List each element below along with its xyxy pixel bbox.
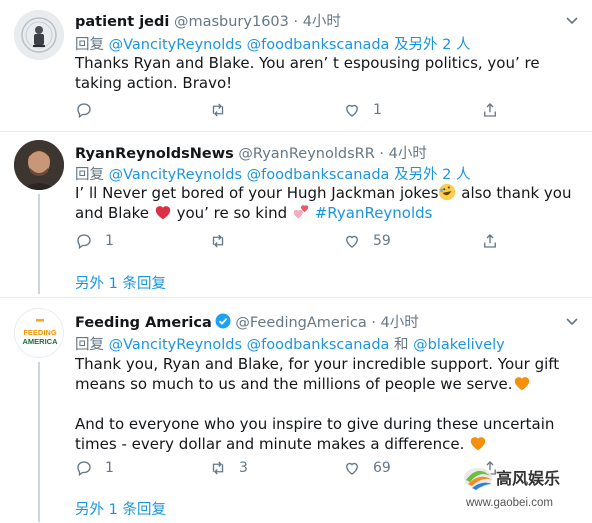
heart-icon bbox=[346, 235, 358, 248]
reply-prefix: 回复 bbox=[75, 167, 104, 183]
avatar-text-feeding: FEEDING bbox=[23, 328, 57, 337]
reply-mentions[interactable]: @VancityReynolds @foodbankscanada bbox=[109, 337, 390, 353]
share-button[interactable] bbox=[481, 101, 499, 119]
tweet-paragraph-2: And to everyone who you inspire to give … bbox=[75, 414, 585, 454]
avatar-text-america: AMERICA bbox=[23, 337, 59, 346]
share-button[interactable] bbox=[481, 232, 499, 250]
timestamp[interactable]: 4小时 bbox=[381, 315, 419, 331]
tweet-text: Thanks Ryan and Blake. You aren’ t espou… bbox=[75, 54, 540, 92]
rolling-laughing-emoji-icon bbox=[439, 183, 456, 201]
site-watermark: 高风娱乐 www.gaobei.com bbox=[462, 462, 588, 520]
tweet-text-part-3: you’ re so kind bbox=[171, 204, 292, 222]
timestamp[interactable]: 4小时 bbox=[303, 14, 341, 30]
avatar-ryanreynoldsnews[interactable] bbox=[14, 140, 64, 190]
reply-count: 1 bbox=[105, 460, 114, 476]
hashtag-link[interactable]: #RyanReynolds bbox=[315, 204, 433, 222]
tweet-actions: 1 59 bbox=[75, 232, 505, 252]
like-count: 1 bbox=[373, 102, 382, 118]
tweet-text: Thank you, Ryan and Blake, for your incr… bbox=[75, 354, 585, 454]
reply-icon bbox=[77, 461, 91, 477]
separator-dot: · bbox=[293, 14, 299, 30]
avatar-patient-jedi[interactable] bbox=[14, 10, 64, 60]
replying-to: 回复 @VancityReynolds @foodbankscanada 及另外… bbox=[75, 33, 471, 54]
two-hearts-emoji-icon bbox=[293, 205, 309, 219]
reply-mentions[interactable]: @VancityReynolds @foodbankscanada bbox=[109, 37, 390, 53]
reply-button[interactable]: 1 bbox=[75, 459, 114, 477]
chevron-down-icon[interactable] bbox=[564, 12, 580, 28]
display-name[interactable]: patient jedi bbox=[75, 14, 169, 30]
timestamp[interactable]: 4小时 bbox=[389, 146, 427, 162]
thread-line bbox=[38, 362, 40, 522]
user-handle[interactable]: @RyanReynoldsRR bbox=[238, 146, 374, 162]
tweet-paragraph-1: Thank you, Ryan and Blake, for your incr… bbox=[75, 354, 585, 394]
tweet-actions: 1 bbox=[75, 101, 505, 121]
like-button[interactable]: 59 bbox=[343, 232, 391, 250]
verified-badge-icon bbox=[215, 313, 231, 329]
display-name[interactable]: RyanReynoldsNews bbox=[75, 146, 234, 162]
replying-to: 回复 @VancityReynolds @foodbankscanada 及另外… bbox=[75, 163, 471, 184]
tweet-header: RyanReynoldsNews @RyanReynoldsRR · 4小时 bbox=[75, 142, 427, 163]
reply-prefix: 回复 bbox=[75, 337, 104, 353]
tweet-header: patient jedi @masbury1603 · 4小时 bbox=[75, 10, 341, 31]
display-name[interactable]: Feeding America bbox=[75, 315, 212, 331]
reply-button[interactable]: 1 bbox=[75, 232, 114, 250]
heart-icon bbox=[346, 462, 358, 475]
tweet-1[interactable]: patient jedi @masbury1603 · 4小时 回复 @Vanc… bbox=[0, 0, 592, 131]
chevron-down-icon[interactable] bbox=[564, 313, 580, 329]
orange-heart-emoji-icon bbox=[514, 377, 529, 391]
like-count: 69 bbox=[373, 460, 391, 476]
retweet-icon bbox=[212, 461, 224, 475]
avatar-image bbox=[14, 10, 64, 60]
like-button[interactable]: 1 bbox=[343, 101, 382, 119]
tweet-text: I’ ll Never get bored of your Hugh Jackm… bbox=[75, 183, 585, 223]
avatar-feeding-america[interactable]: FEEDING AMERICA bbox=[14, 308, 64, 358]
user-handle[interactable]: @FeedingAmerica bbox=[235, 315, 366, 331]
watermark-title: 高风娱乐 bbox=[496, 469, 560, 488]
show-more-replies-link[interactable]: 另外 1 条回复 bbox=[75, 272, 166, 293]
orange-heart-emoji-icon bbox=[470, 437, 486, 451]
share-icon bbox=[484, 234, 496, 248]
tweet-header: Feeding America @FeedingAmerica · 4小时 bbox=[75, 311, 419, 332]
reply-button[interactable] bbox=[75, 101, 105, 119]
reply-icon bbox=[77, 234, 91, 250]
show-more-replies-link[interactable]: 另外 1 条回复 bbox=[75, 498, 166, 519]
reply-count: 1 bbox=[105, 233, 114, 249]
retweet-button[interactable] bbox=[209, 101, 239, 119]
tweet-2[interactable]: RyanReynoldsNews @RyanReynoldsRR · 4小时 回… bbox=[0, 132, 592, 296]
reply-others[interactable]: 及另外 2 人 bbox=[394, 37, 470, 53]
red-heart-emoji-icon bbox=[155, 206, 170, 220]
reply-icon bbox=[77, 103, 91, 119]
watermark-logo: 高风娱乐 www.gaobei.com bbox=[464, 468, 560, 509]
reply-mentions[interactable]: @VancityReynolds @foodbankscanada bbox=[109, 167, 390, 183]
retweet-count: 3 bbox=[239, 460, 248, 476]
tweet-text-part-1: I’ ll Never get bored of your Hugh Jackm… bbox=[75, 184, 439, 202]
retweet-icon bbox=[212, 234, 224, 248]
user-handle[interactable]: @masbury1603 bbox=[174, 14, 289, 30]
watermark-url: www.gaobei.com bbox=[465, 497, 553, 509]
like-count: 59 bbox=[373, 233, 391, 249]
replying-to: 回复 @VancityReynolds @foodbankscanada 和 @… bbox=[75, 333, 505, 354]
share-icon bbox=[484, 103, 496, 117]
like-button[interactable]: 69 bbox=[343, 459, 391, 477]
tweet-paragraph-1-text: Thank you, Ryan and Blake, for your incr… bbox=[75, 355, 560, 393]
retweet-icon bbox=[212, 103, 224, 117]
reply-mention-blakelively[interactable]: @blakelively bbox=[413, 337, 505, 353]
tweet-actions: 1 3 69 bbox=[75, 459, 505, 479]
retweet-button[interactable]: 3 bbox=[209, 459, 248, 477]
thread-line bbox=[38, 194, 40, 294]
avatar-image bbox=[14, 140, 64, 190]
separator-dot: · bbox=[379, 146, 384, 162]
feeding-america-logo: FEEDING AMERICA bbox=[15, 309, 63, 357]
retweet-button[interactable] bbox=[209, 232, 239, 250]
separator-dot: · bbox=[371, 315, 376, 331]
heart-icon bbox=[346, 104, 358, 117]
reply-and: 和 bbox=[394, 337, 409, 353]
reply-others[interactable]: 及另外 2 人 bbox=[394, 167, 470, 183]
reply-prefix: 回复 bbox=[75, 37, 104, 53]
